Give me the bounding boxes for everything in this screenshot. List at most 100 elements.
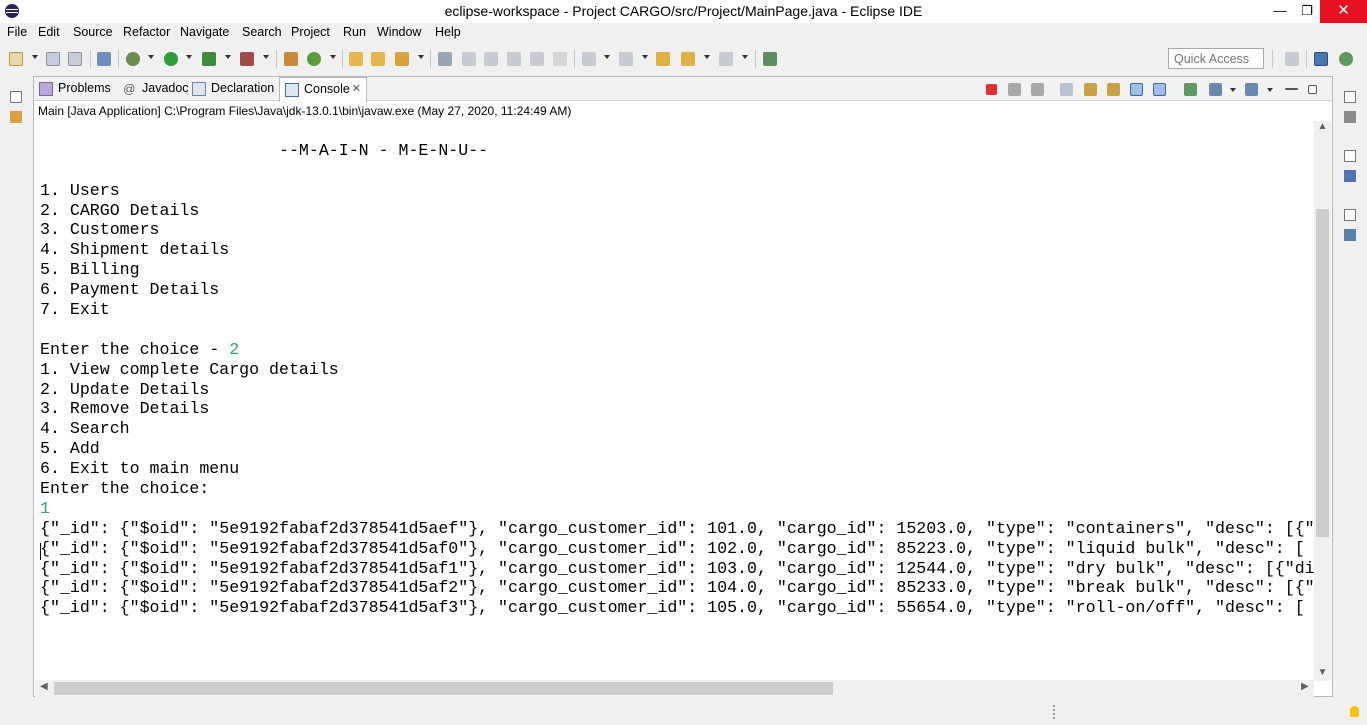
outline-icon[interactable] xyxy=(1344,170,1356,182)
pilcrow-icon[interactable] xyxy=(553,52,567,66)
horizontal-scroll-thumb[interactable] xyxy=(54,682,833,695)
close-tab-icon[interactable]: ✕ xyxy=(352,78,361,101)
console-output[interactable]: --M-A-I-N - M-E-N-U-- 1. Users 2. CARGO De… xyxy=(35,121,1314,681)
scroll-lock-icon[interactable] xyxy=(1084,83,1097,96)
back-icon[interactable] xyxy=(681,52,695,66)
scroll-up-icon[interactable]: ▲ xyxy=(1314,121,1331,132)
remove-all-terminated-icon[interactable] xyxy=(1031,83,1044,96)
menu-search[interactable]: Search xyxy=(242,25,282,39)
run-icon[interactable] xyxy=(164,52,178,66)
coverage-dropdown-icon[interactable] xyxy=(225,55,231,59)
display-console-icon[interactable] xyxy=(1209,83,1222,96)
open-console-icon[interactable] xyxy=(1245,83,1258,96)
properties-icon[interactable] xyxy=(1344,229,1356,241)
debug-dropdown-icon[interactable] xyxy=(148,55,154,59)
show-on-stdout-icon[interactable] xyxy=(1130,83,1143,96)
next-annotation-dropdown-icon[interactable] xyxy=(604,55,610,59)
console-line-text: {"_id": {"$oid": "5e9192fabaf2d378541d5a… xyxy=(40,538,1305,558)
save-icon[interactable] xyxy=(46,52,60,66)
scroll-down-icon[interactable]: ▼ xyxy=(1314,667,1331,678)
console-user-input: 1 xyxy=(40,498,50,518)
pin-editor-icon[interactable] xyxy=(763,52,777,66)
external-tools-dropdown-icon[interactable] xyxy=(263,55,269,59)
restore-icon[interactable] xyxy=(1344,150,1356,162)
maximize-view-icon[interactable] xyxy=(1308,85,1317,94)
menu-project[interactable]: Project xyxy=(291,25,330,39)
toolbar-separator xyxy=(342,50,343,68)
tab-declaration[interactable]: Declaration xyxy=(187,77,279,101)
declaration-icon xyxy=(192,82,206,96)
quick-access-input[interactable] xyxy=(1168,48,1264,69)
clear-console-icon[interactable] xyxy=(1060,83,1073,96)
word-wrap-icon[interactable] xyxy=(1107,83,1120,96)
open-console-dropdown-icon[interactable] xyxy=(1267,88,1273,92)
debug-icon[interactable] xyxy=(126,52,140,66)
save-all-icon[interactable] xyxy=(68,52,82,66)
debug-perspective-icon[interactable] xyxy=(1339,52,1353,66)
restore-icon[interactable] xyxy=(1344,209,1356,221)
forward-dropdown-icon[interactable] xyxy=(742,55,748,59)
last-edit-location-icon[interactable] xyxy=(656,52,670,66)
restore-icon[interactable] xyxy=(10,91,22,103)
scroll-left-icon[interactable]: ◀ xyxy=(40,681,48,692)
toggle-mark-occurrences-icon[interactable] xyxy=(438,52,452,66)
minimize-button[interactable]: — xyxy=(1265,0,1295,23)
vertical-scrollbar[interactable]: ▲ ▼ xyxy=(1314,121,1331,681)
run-dropdown-icon[interactable] xyxy=(186,55,192,59)
console-line: 3. Remove Details xyxy=(40,399,1314,419)
skip-breakpoints-icon[interactable] xyxy=(97,52,111,66)
package-explorer-icon[interactable] xyxy=(10,111,22,123)
previous-annotation-dropdown-icon[interactable] xyxy=(642,55,648,59)
forward-icon[interactable] xyxy=(719,52,733,66)
toggle-breadcrumb-icon[interactable] xyxy=(530,52,544,66)
scroll-right-icon[interactable]: ▶ xyxy=(1301,681,1309,692)
back-dropdown-icon[interactable] xyxy=(704,55,710,59)
remove-launch-icon[interactable] xyxy=(1008,83,1021,96)
show-whitespace-icon[interactable] xyxy=(507,52,521,66)
java-perspective-icon[interactable] xyxy=(1314,52,1328,66)
new-class-dropdown-icon[interactable] xyxy=(330,55,336,59)
horizontal-scrollbar[interactable]: ◀ ▶ xyxy=(35,680,1314,697)
task-list-icon[interactable] xyxy=(1344,111,1356,123)
toggle-block-selection-icon[interactable] xyxy=(462,52,476,66)
new-java-package-icon[interactable] xyxy=(284,52,298,66)
show-on-stderr-icon[interactable] xyxy=(1153,83,1166,96)
restore-icon[interactable] xyxy=(1344,91,1356,103)
menu-navigate[interactable]: Navigate xyxy=(180,25,229,39)
menu-window[interactable]: Window xyxy=(377,25,421,39)
close-window-button[interactable]: ✕ xyxy=(1320,0,1367,23)
lightbulb-icon[interactable] xyxy=(1350,706,1359,717)
open-perspective-icon[interactable] xyxy=(1285,52,1299,66)
menu-file[interactable]: File xyxy=(7,25,27,39)
coverage-icon[interactable] xyxy=(202,52,216,66)
tab-javadoc[interactable]: @ Javadoc xyxy=(118,77,189,101)
tab-problems[interactable]: Problems xyxy=(34,77,114,101)
menu-help[interactable]: Help xyxy=(435,25,461,39)
vertical-scroll-thumb[interactable] xyxy=(1316,209,1329,537)
menu-run[interactable]: Run xyxy=(343,25,366,39)
tab-console[interactable]: Console ✕ xyxy=(279,77,367,102)
pin-console-icon[interactable] xyxy=(1184,83,1197,96)
restore-button[interactable]: ❐ xyxy=(1292,0,1322,23)
terminate-icon[interactable] xyxy=(986,84,997,95)
open-type-icon[interactable] xyxy=(349,52,363,66)
console-line-text: 6. Exit to main menu xyxy=(40,459,240,479)
menu-refactor[interactable]: Refactor xyxy=(123,25,170,39)
new-java-class-icon[interactable] xyxy=(307,52,321,66)
menu-edit[interactable]: Edit xyxy=(38,25,60,39)
external-tools-icon[interactable] xyxy=(240,52,254,66)
open-task-icon[interactable] xyxy=(371,52,385,66)
console-launch-description: Main [Java Application] C:\Program Files… xyxy=(38,104,572,118)
toolbar-separator xyxy=(118,50,119,68)
toggle-word-wrap-icon[interactable] xyxy=(484,52,498,66)
search-dropdown-icon[interactable] xyxy=(418,55,424,59)
new-dropdown-icon[interactable] xyxy=(32,55,38,59)
previous-annotation-icon[interactable] xyxy=(619,52,633,66)
next-annotation-icon[interactable] xyxy=(582,52,596,66)
search-tool-icon[interactable] xyxy=(395,52,409,66)
new-icon[interactable] xyxy=(9,52,23,66)
menu-source[interactable]: Source xyxy=(73,25,113,39)
minimize-view-icon[interactable] xyxy=(1285,88,1298,90)
display-console-dropdown-icon[interactable] xyxy=(1230,88,1236,92)
